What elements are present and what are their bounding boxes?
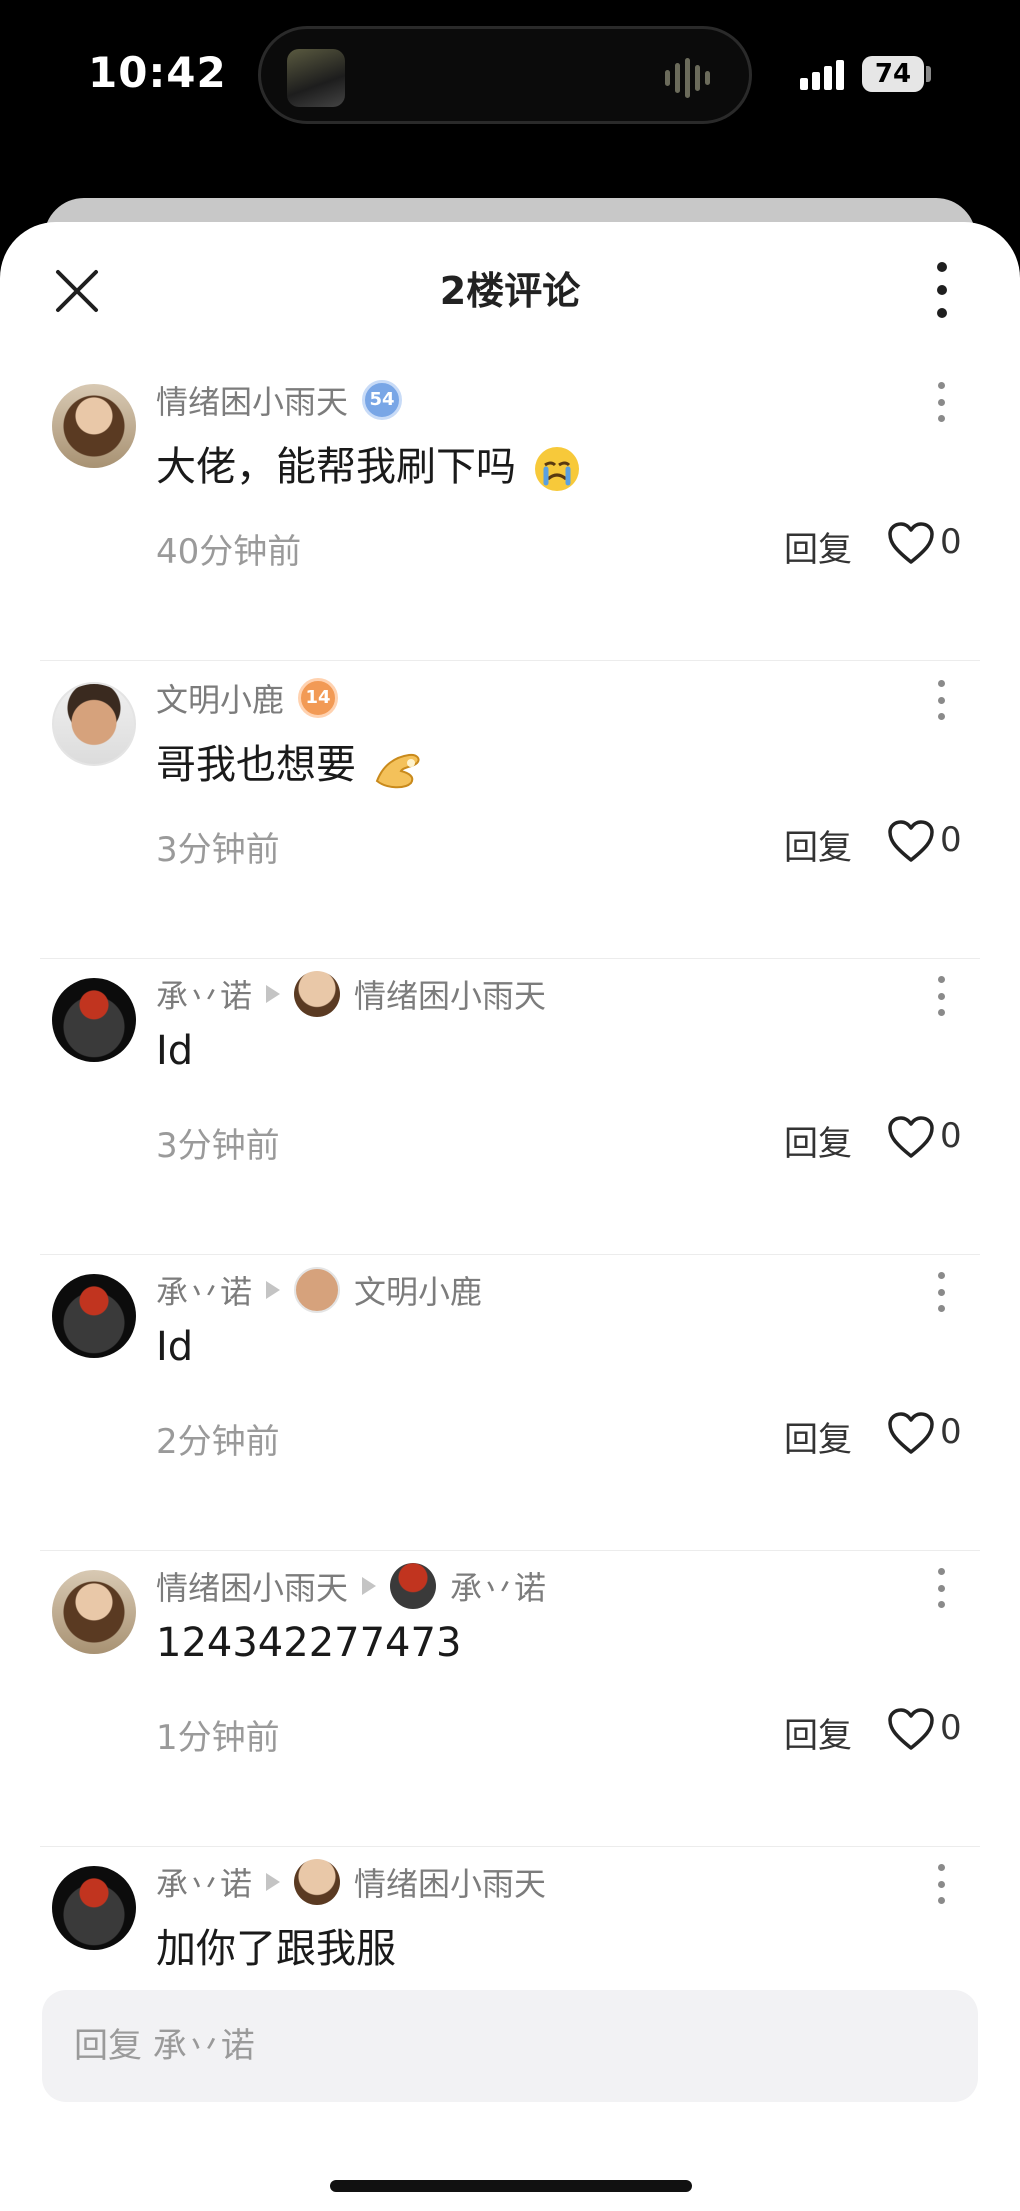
comment-time: 1分钟前	[156, 1718, 280, 1758]
author-name[interactable]: 承丷诺	[156, 1267, 252, 1313]
battery-level: 74	[862, 56, 924, 92]
comment-text: 124342277473	[156, 1620, 462, 1666]
avatar[interactable]	[52, 1866, 136, 1950]
avatar[interactable]	[52, 1570, 136, 1654]
triangle-right-icon	[266, 1281, 281, 1299]
author-row: 情绪困小雨天 54	[156, 377, 403, 423]
status-time: 10:42	[88, 48, 227, 97]
reply-button[interactable]: 回复	[784, 1116, 852, 1165]
divider	[40, 1846, 980, 1847]
author-name[interactable]: 文明小鹿	[156, 675, 284, 721]
comment-time: 3分钟前	[156, 830, 280, 870]
like-count: 0	[940, 1116, 962, 1156]
comment-text: Id	[156, 1324, 194, 1370]
reply-to-avatar[interactable]	[294, 1267, 341, 1313]
comment-sheet: 2楼评论 情绪困小雨天 54 大佬，能帮我刷下吗 40分钟前 回复 0 文明小鹿…	[0, 222, 1020, 2211]
author-row: 文明小鹿 14	[156, 675, 339, 721]
reply-input[interactable]	[42, 1990, 978, 2102]
level-badge: 54	[362, 380, 403, 420]
divider	[40, 1254, 980, 1255]
sheet-header: 2楼评论	[0, 222, 1020, 352]
comment-item: 文明小鹿 14 哥我也想要 3分钟前 回复 0	[0, 670, 1020, 966]
comment-item: 情绪困小雨天 承丷诺 124342277473 1分钟前 回复 0	[0, 1558, 1020, 1854]
level-badge: 14	[298, 678, 339, 718]
signal-icon	[800, 60, 844, 90]
home-indicator[interactable]	[330, 2180, 692, 2192]
reply-to-avatar[interactable]	[294, 971, 341, 1017]
comment-item: 承丷诺 情绪困小雨天 加你了跟我服	[0, 1854, 1020, 1972]
comment-more-icon[interactable]	[934, 976, 948, 1016]
reply-to-name[interactable]: 情绪困小雨天	[354, 1859, 546, 1905]
crying-face-emoji	[534, 447, 579, 491]
reply-to-name[interactable]: 文明小鹿	[354, 1267, 482, 1313]
reply-button[interactable]: 回复	[784, 1412, 852, 1461]
author-name[interactable]: 承丷诺	[156, 1859, 252, 1905]
author-row: 承丷诺 情绪困小雨天	[156, 1859, 546, 1905]
comment-more-icon[interactable]	[934, 1864, 948, 1904]
comment-time: 40分钟前	[156, 532, 302, 572]
status-bar: 10:42 74	[0, 0, 1020, 160]
triangle-right-icon	[266, 985, 281, 1003]
comment-item: 承丷诺 文明小鹿 Id 2分钟前 回复 0	[0, 1262, 1020, 1558]
comment-text: 大佬，能帮我刷下吗	[156, 434, 581, 493]
audio-waveform-icon	[665, 57, 721, 99]
comment-more-icon[interactable]	[934, 680, 948, 720]
comment-more-icon[interactable]	[934, 382, 948, 422]
comment-item: 情绪困小雨天 54 大佬，能帮我刷下吗 40分钟前 回复 0	[0, 372, 1020, 670]
comment-text: 哥我也想要	[156, 732, 425, 791]
more-vertical-icon[interactable]	[924, 262, 960, 318]
comment-time: 3分钟前	[156, 1126, 280, 1166]
reply-to-avatar[interactable]	[390, 1563, 437, 1609]
like-count: 0	[940, 1708, 962, 1748]
triangle-right-icon	[266, 1873, 281, 1891]
author-row: 情绪困小雨天 承丷诺	[156, 1563, 546, 1609]
divider	[40, 958, 980, 959]
author-name[interactable]: 情绪困小雨天	[156, 377, 348, 423]
comment-text: 加你了跟我服	[156, 1926, 396, 1972]
comment-more-icon[interactable]	[934, 1568, 948, 1608]
dynamic-island[interactable]	[258, 26, 752, 124]
like-count: 0	[940, 820, 962, 860]
reply-button[interactable]: 回复	[784, 1708, 852, 1757]
battery-tip	[926, 66, 931, 82]
heart-outline-icon[interactable]	[886, 1114, 936, 1160]
comment-text-content: 哥我也想要	[156, 742, 356, 788]
heart-outline-icon[interactable]	[886, 520, 936, 566]
avatar[interactable]	[52, 978, 136, 1062]
author-name[interactable]: 承丷诺	[156, 971, 252, 1017]
comment-time: 2分钟前	[156, 1422, 280, 1462]
comment-more-icon[interactable]	[934, 1272, 948, 1312]
avatar[interactable]	[52, 682, 136, 766]
avatar[interactable]	[52, 1274, 136, 1358]
heart-outline-icon[interactable]	[886, 1410, 936, 1456]
divider	[40, 660, 980, 661]
reply-to-avatar[interactable]	[294, 1859, 341, 1905]
comment-text-content: 大佬，能帮我刷下吗	[156, 444, 516, 490]
author-row: 承丷诺 情绪困小雨天	[156, 971, 546, 1017]
author-row: 承丷诺 文明小鹿	[156, 1267, 482, 1313]
like-count: 0	[940, 522, 962, 562]
reply-button[interactable]: 回复	[784, 820, 852, 869]
page-title: 2楼评论	[439, 269, 581, 313]
now-playing-artwork	[287, 49, 345, 107]
like-count: 0	[940, 1412, 962, 1452]
heart-outline-icon[interactable]	[886, 818, 936, 864]
pinching-hand-emoji	[375, 753, 420, 789]
avatar[interactable]	[52, 384, 136, 468]
comment-text: Id	[156, 1028, 194, 1074]
triangle-right-icon	[362, 1577, 377, 1595]
comment-item: 承丷诺 情绪困小雨天 Id 3分钟前 回复 0	[0, 966, 1020, 1262]
reply-button[interactable]: 回复	[784, 522, 852, 571]
author-name[interactable]: 情绪困小雨天	[156, 1563, 348, 1609]
reply-to-name[interactable]: 情绪困小雨天	[354, 971, 546, 1017]
comment-list[interactable]: 情绪困小雨天 54 大佬，能帮我刷下吗 40分钟前 回复 0 文明小鹿 14 哥…	[0, 372, 1020, 1972]
heart-outline-icon[interactable]	[886, 1706, 936, 1752]
divider	[40, 1550, 980, 1551]
reply-to-name[interactable]: 承丷诺	[450, 1563, 546, 1609]
